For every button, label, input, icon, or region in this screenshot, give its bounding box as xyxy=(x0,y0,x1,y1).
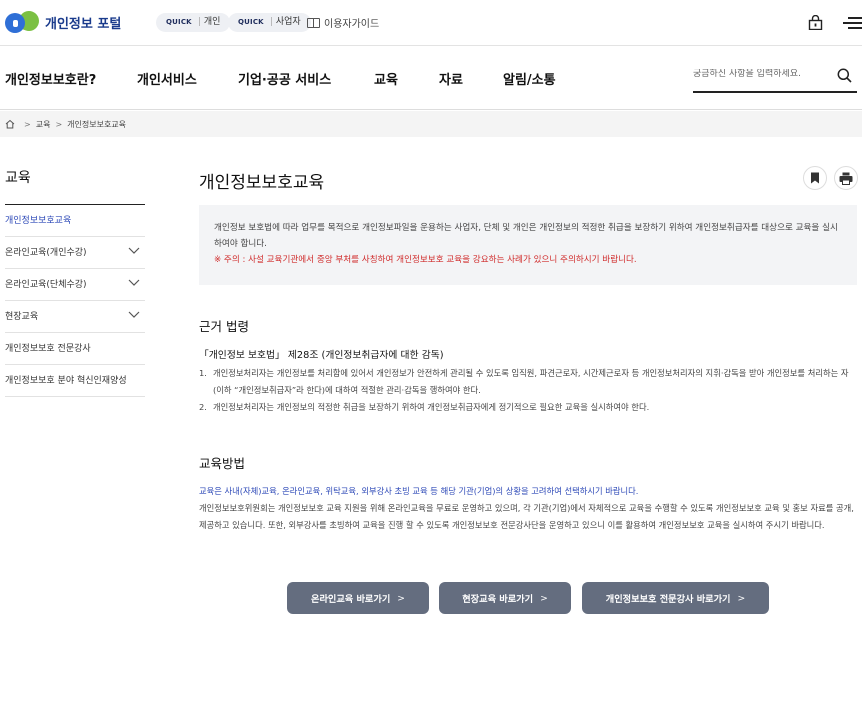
nav-item-resources[interactable]: 자료 xyxy=(439,69,463,88)
method-body: 개인정보보호위원회는 개인정보보호 교육 지원을 위해 온라인교육을 무료로 운… xyxy=(199,503,854,530)
page-title: 개인정보보호교육 xyxy=(199,173,325,193)
button-label: 개인정보보호 전문강사 바로가기 xyxy=(605,594,731,605)
list-number: 2. xyxy=(199,402,207,412)
chevron-down-icon xyxy=(128,311,140,318)
button-label: 현장교육 바로가기 xyxy=(462,594,534,605)
sidebar-item-instructor[interactable]: 개인정보보호 전문강사 xyxy=(5,333,145,365)
home-icon[interactable] xyxy=(5,119,15,129)
nav-item-personal-service[interactable]: 개인서비스 xyxy=(137,69,197,88)
sidebar-item-onsite[interactable]: 현장교육 xyxy=(5,301,145,333)
chevron-right-icon: > xyxy=(540,592,548,604)
user-guide-link[interactable]: 이용자가이드 xyxy=(307,15,379,30)
online-education-button[interactable]: 온라인교육 바로가기 > xyxy=(287,582,429,614)
quick-tag: QUICK xyxy=(166,18,192,26)
quick-label: 사업자 xyxy=(275,17,301,27)
user-guide-label: 이용자가이드 xyxy=(324,19,380,30)
sidebar-item-label: 현장교육 xyxy=(5,312,39,322)
method-text: 교육은 사내(자체)교육, 온라인교육, 위탁교육, 외부강사 초빙 교육 등 … xyxy=(199,483,859,534)
search-input[interactable] xyxy=(693,69,828,79)
onsite-education-button[interactable]: 현장교육 바로가기 > xyxy=(439,582,571,614)
law-list: 1. 개인정보처리자는 개인정보를 처리함에 있어서 개인정보가 안전하게 관리… xyxy=(199,365,859,416)
quick-label: 개인 xyxy=(203,17,221,27)
nav-item-education[interactable]: 교육 xyxy=(374,69,398,92)
sidebar-title: 교육 xyxy=(5,170,31,186)
sidebar-item-label: 개인정보보호 분야 혁신인재양성 xyxy=(5,376,127,386)
warning-text: ※ 주의 : 사설 교육기관에서 중앙 부처를 사칭하여 개인정보보호 교육을 … xyxy=(214,255,637,265)
search-box xyxy=(693,63,857,93)
section-title-method: 교육방법 xyxy=(199,456,246,471)
quick-link-business[interactable]: QUICK | 사업자 xyxy=(228,13,311,32)
list-item: 1. 개인정보처리자는 개인정보를 처리함에 있어서 개인정보가 안전하게 관리… xyxy=(199,365,859,399)
sidebar-item-online-group[interactable]: 온라인교육(단체수강) xyxy=(5,269,145,301)
nav-item-business-service[interactable]: 기업·공공 서비스 xyxy=(238,69,331,88)
logo[interactable]: 개인정보 포털 xyxy=(5,8,122,34)
law-heading: 「개인정보 보호법」 제28조 (개인정보취급자에 대한 감독) xyxy=(199,350,444,361)
book-icon xyxy=(307,17,320,28)
breadcrumb-item[interactable]: 교육 xyxy=(36,119,51,130)
instructor-button[interactable]: 개인정보보호 전문강사 바로가기 > xyxy=(582,582,769,614)
chevron-right-icon: > xyxy=(397,592,405,604)
sidebar-item-online-individual[interactable]: 온라인교육(개인수강) xyxy=(5,237,145,269)
printer-icon xyxy=(839,172,853,185)
list-number: 1. xyxy=(199,368,207,378)
chevron-right-icon: > xyxy=(737,592,746,604)
chevron-right-icon: > xyxy=(55,119,63,129)
intro-text: 개인정보 보호법에 따라 업무를 목적으로 개인정보파일을 운용하는 사업자, … xyxy=(214,223,838,249)
list-text: 개인정보처리자는 개인정보의 적정한 취급을 보장하기 위하여 개인정보취급자에… xyxy=(213,402,650,412)
logo-mark-icon xyxy=(5,8,42,34)
breadcrumb-item-current: 개인정보보호교육 xyxy=(67,119,127,129)
bookmark-icon xyxy=(811,172,819,184)
breadcrumb: > 교육 > 개인정보보호교육 xyxy=(0,111,862,137)
chevron-down-icon xyxy=(128,279,140,286)
top-bar: 개인정보 포털 QUICK | 개인 QUICK | 사업자 이용자가이드 xyxy=(0,0,862,46)
logo-text: 개인정보 포털 xyxy=(45,16,122,32)
section-title-law: 근거 법령 xyxy=(199,319,249,334)
sidebar-item-label: 온라인교육(개인수강) xyxy=(5,248,87,258)
sidebar-item-label: 개인정보보호 전문강사 xyxy=(5,344,91,354)
lock-icon[interactable] xyxy=(808,15,823,30)
quick-tag: QUICK xyxy=(238,18,264,26)
button-label: 온라인교육 바로가기 xyxy=(311,594,391,605)
sidebar-menu: 개인정보보호교육 온라인교육(개인수강) 온라인교육(단체수강) 현장교육 개인… xyxy=(5,205,145,397)
intro-box: 개인정보 보호법에 따라 업무를 목적으로 개인정보파일을 운용하는 사업자, … xyxy=(199,205,857,285)
method-lead: 교육은 사내(자체)교육, 온라인교육, 위탁교육, 외부강사 초빙 교육 등 … xyxy=(199,486,639,496)
chevron-down-icon xyxy=(128,247,140,254)
chevron-right-icon: > xyxy=(24,119,31,129)
bookmark-button[interactable] xyxy=(803,166,827,190)
list-text: 개인정보처리자는 개인정보를 처리함에 있어서 개인정보가 안전하게 관리될 수… xyxy=(213,368,849,395)
sidebar-item-privacy-education[interactable]: 개인정보보호교육 xyxy=(5,205,145,237)
hamburger-menu-icon[interactable] xyxy=(843,17,862,29)
sidebar-item-label: 온라인교육(단체수강) xyxy=(5,280,87,290)
quick-link-individual[interactable]: QUICK | 개인 xyxy=(156,13,231,32)
list-item: 2. 개인정보처리자는 개인정보의 적정한 취급을 보장하기 위하여 개인정보취… xyxy=(199,399,859,416)
nav-item-privacy[interactable]: 개인정보보호란? xyxy=(5,69,96,88)
print-button[interactable] xyxy=(834,166,858,190)
main-nav: 개인정보보호란? 개인서비스 기업·공공 서비스 교육 자료 알림/소통 xyxy=(0,47,862,110)
nav-item-notice[interactable]: 알림/소통 xyxy=(503,69,556,88)
sidebar-item-talent[interactable]: 개인정보보호 분야 혁신인재양성 xyxy=(5,365,145,397)
search-icon[interactable] xyxy=(837,68,852,83)
sidebar-item-label: 개인정보보호교육 xyxy=(5,216,72,226)
